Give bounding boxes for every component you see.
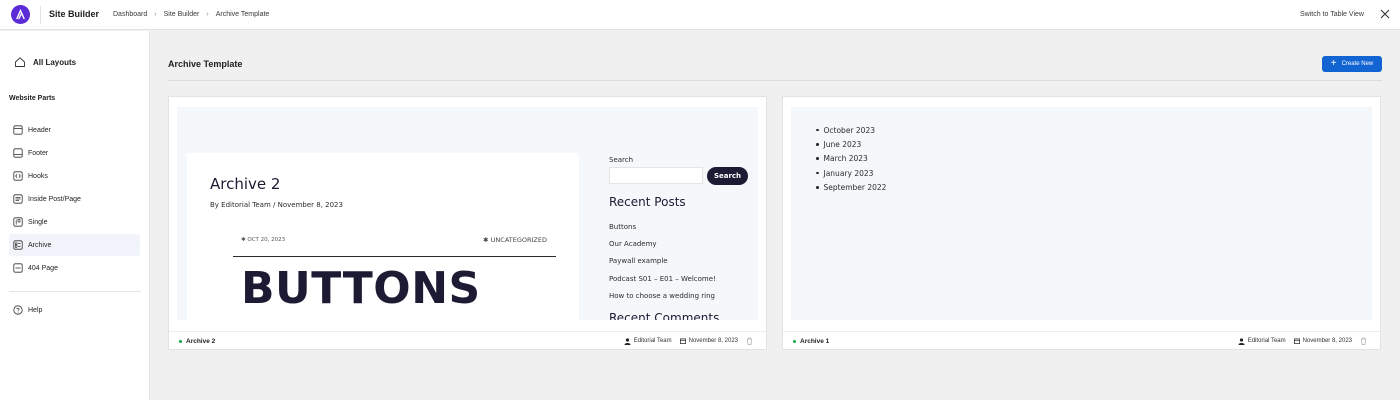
user-icon — [624, 337, 631, 345]
calendar-icon — [679, 338, 686, 344]
layout-date: November 8, 2023 — [1302, 338, 1352, 344]
template-preview[interactable]: October 2023 June 2023 March 2023 Januar… — [791, 107, 1372, 320]
layout-card-archive-2[interactable]: Archive 2 By Editorial Team / November 8… — [168, 96, 767, 350]
help-icon — [13, 305, 23, 315]
sidebar-item-archive[interactable]: Archive — [9, 234, 140, 256]
404-page-icon — [13, 263, 23, 273]
close-icon[interactable] — [1380, 9, 1390, 19]
breadcrumb: Dashboard › Site Builder › Archive Templ… — [113, 11, 269, 18]
author-name: Editorial Team — [1247, 338, 1286, 344]
breadcrumb-archive-template: Archive Template — [215, 11, 270, 18]
sidebar-item-label: 404 Page — [28, 264, 58, 272]
preview-category-text: UNCATEGORIZED — [490, 236, 547, 244]
footer-icon — [13, 148, 23, 158]
page-title: Archive Template — [168, 59, 243, 69]
preview-headline: BUTTONS — [241, 263, 481, 314]
sidebar-item-label: Footer — [28, 149, 49, 157]
hooks-icon — [13, 171, 23, 181]
preview-post-category: ✱ UNCATEGORIZED — [483, 236, 547, 244]
sidebar-divider — [9, 291, 141, 292]
sidebar-item-label: Hooks — [28, 172, 48, 180]
inside-post-icon — [13, 194, 23, 204]
preview-archives-list: October 2023 June 2023 March 2023 Januar… — [816, 123, 887, 194]
preview-archive-item: March 2023 — [816, 152, 886, 166]
sidebar-item-inside-post-page[interactable]: Inside Post/Page — [9, 188, 140, 210]
sidebar-item-single[interactable]: Single — [9, 211, 140, 233]
switch-to-table-view-link[interactable]: Switch to Table View — [1300, 11, 1364, 18]
sidebar-item-header[interactable]: Header — [9, 119, 140, 141]
top-bar: Site Builder Dashboard › Site Builder › … — [0, 0, 1400, 30]
preview-rule — [233, 256, 556, 257]
create-new-button[interactable]: + Create New — [1322, 56, 1382, 72]
all-layouts-link[interactable]: All Layouts — [14, 56, 76, 68]
archive-icon — [13, 240, 23, 250]
preview-recent-posts-title: Recent Posts — [609, 195, 686, 209]
app-title: Site Builder — [49, 9, 100, 19]
all-layouts-label: All Layouts — [33, 57, 77, 67]
user-icon — [1238, 337, 1245, 345]
sidebar-item-label: Inside Post/Page — [28, 195, 81, 203]
header-divider — [168, 80, 1382, 81]
layout-card-archive-1[interactable]: October 2023 June 2023 March 2023 Januar… — [782, 96, 1381, 350]
card-footer: Archive 1 Editorial Team November 8, 202… — [783, 331, 1380, 350]
breadcrumb-dashboard[interactable]: Dashboard — [113, 11, 147, 18]
card-footer: Archive 2 Editorial Team November 8, 202… — [169, 331, 766, 350]
preview-archive-item: January 2023 — [816, 166, 886, 180]
preview-search-label: Search — [609, 156, 634, 164]
preview-recent-post: Buttons — [609, 223, 637, 231]
preview-recent-post: Our Academy — [609, 240, 657, 248]
preview-post-date: ✱ OCT 20, 2023 — [241, 237, 286, 243]
sidebar-item-label: Header — [28, 126, 51, 134]
status-dot — [793, 339, 796, 343]
preview-recent-post: Podcast S01 – E01 – Welcome! — [609, 275, 716, 283]
author-name: Editorial Team — [633, 338, 672, 344]
sidebar-item-help[interactable]: Help — [9, 299, 140, 321]
card-meta: Editorial Team November 8, 2023 — [624, 337, 756, 345]
plus-icon: + — [1330, 58, 1337, 69]
preview-post-title: Archive 2 — [210, 175, 281, 193]
preview-recent-comments-title: Recent Comments — [609, 311, 720, 320]
sidebar-item-footer[interactable]: Footer — [9, 142, 140, 164]
template-preview[interactable]: Archive 2 By Editorial Team / November 8… — [177, 107, 758, 320]
preview-archive-item: June 2023 — [816, 137, 886, 151]
divider — [40, 6, 41, 24]
chevron-right-icon: › — [154, 11, 157, 18]
breadcrumb-site-builder[interactable]: Site Builder — [164, 11, 200, 18]
preview-recent-post: Paywall example — [609, 257, 668, 265]
preview-archive-item: October 2023 — [816, 123, 886, 137]
layout-name[interactable]: Archive 1 — [800, 338, 829, 345]
single-icon — [13, 217, 23, 227]
preview-post-area: Archive 2 By Editorial Team / November 8… — [187, 153, 579, 320]
home-icon — [15, 57, 25, 67]
preview-recent-post: How to choose a wedding ring — [609, 292, 715, 300]
status-dot — [179, 339, 182, 343]
create-new-label: Create New — [1341, 61, 1374, 67]
preview-sidebar-widgets: Search Search Recent Posts Buttons Our A… — [609, 107, 758, 320]
sidebar-item-label: Archive — [28, 241, 52, 249]
logo-icon[interactable] — [11, 5, 30, 24]
calendar-icon — [1293, 338, 1300, 344]
website-parts-heading: Website Parts — [9, 95, 56, 102]
preview-archive-item: September 2022 — [816, 180, 887, 194]
preview-search-input — [609, 167, 703, 184]
sidebar-item-label: Single — [28, 218, 48, 226]
sidebar-item-hooks[interactable]: Hooks — [9, 165, 140, 187]
header-icon — [13, 125, 23, 135]
sidebar-item-404-page[interactable]: 404 Page — [9, 257, 140, 279]
layout-name[interactable]: Archive 2 — [186, 338, 215, 345]
card-meta: Editorial Team November 8, 2023 — [1238, 337, 1370, 345]
trash-icon[interactable] — [746, 337, 753, 345]
preview-post-meta: By Editorial Team / November 8, 2023 — [210, 201, 343, 209]
sidebar: All Layouts Website Parts Header Footer … — [0, 31, 150, 400]
chevron-right-icon: › — [206, 11, 209, 18]
layout-date: November 8, 2023 — [688, 338, 738, 344]
sidebar-item-label: Help — [28, 306, 43, 314]
trash-icon[interactable] — [1360, 337, 1367, 345]
preview-search-button: Search — [707, 167, 748, 185]
preview-date-text: OCT 20, 2023 — [247, 237, 286, 243]
